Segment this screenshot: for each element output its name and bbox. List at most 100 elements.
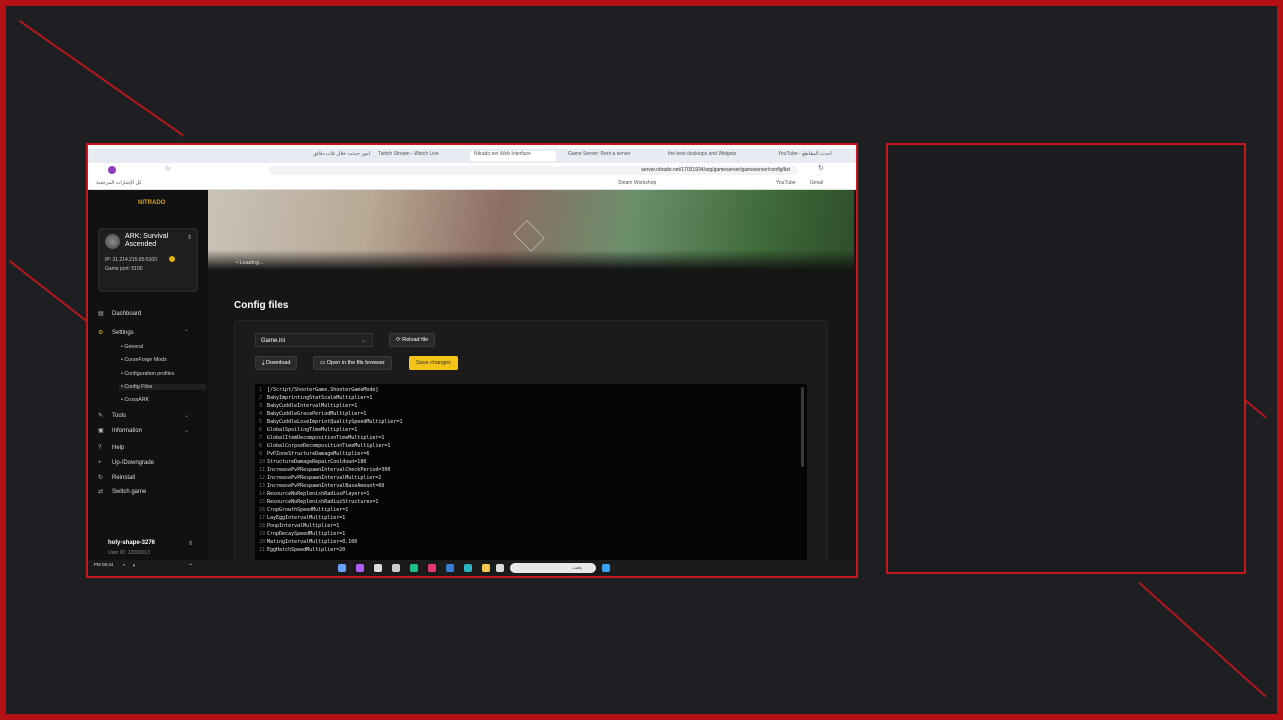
sidebar-item-curseforge[interactable]: • CurseForge Mods	[121, 357, 167, 363]
wifi-icon[interactable]: ◔	[122, 563, 126, 569]
app-icon-1[interactable]	[338, 564, 346, 572]
sidebar-item-dashboard[interactable]: ▤ Dashboard	[98, 310, 141, 317]
main-content: • Loading... Config files Game.ini ⌄ ⟳ R…	[208, 190, 856, 562]
refresh-icon: ↻	[98, 475, 104, 481]
code-line[interactable]: 21 EggHatchSpeedMultiplier=20	[259, 547, 345, 553]
app-icon-6[interactable]	[428, 564, 436, 572]
bookmark-item[interactable]: Gmail	[810, 180, 823, 186]
server-card[interactable]: ARK: Survival Ascended ⇕ IP: 31.214.215.…	[98, 228, 198, 292]
tab-2[interactable]: Nitrado.net Web Interface	[470, 151, 556, 161]
star-icon[interactable]: ☆	[164, 164, 171, 173]
chevron-down-icon: ⌄	[184, 413, 190, 419]
bookmark-item[interactable]: كل الإشارات المرجعية	[96, 180, 142, 186]
line-number: 5	[259, 419, 263, 425]
code-line[interactable]: 7 GlobalItemDecompositionTimeMultiplier=1	[259, 435, 384, 441]
sidebar-item-config-profiles[interactable]: • Configuration profiles	[121, 371, 174, 377]
reload-file-button[interactable]: ⟳ Reload file	[389, 333, 436, 347]
code-line[interactable]: 1 [/Script/ShooterGame.ShooterGameMode]	[259, 387, 378, 393]
power-icon[interactable]: ◌	[145, 278, 149, 284]
tab-5[interactable]: YouTube - أحدث المقاطع	[778, 151, 848, 161]
line-number: 2	[259, 395, 263, 401]
sidebar-item-upgrade[interactable]: + Up-/Downgrade	[98, 460, 154, 466]
sidebar-item-switch-game[interactable]: ⇄ Switch game	[98, 488, 146, 495]
open-file-browser-button[interactable]: ▭ Open in the file browser	[313, 356, 392, 370]
reload-icon[interactable]: ↻	[818, 164, 824, 172]
editor-scrollbar[interactable]	[801, 387, 804, 467]
volume-icon[interactable]: ◖	[132, 563, 136, 569]
save-changes-button[interactable]: Save changes	[409, 356, 458, 370]
start-icon[interactable]	[602, 564, 610, 572]
sidebar-item-general[interactable]: • General	[121, 344, 143, 350]
browser-window: أمور حدثت خلال ثلاث دقائق Twitch Stream …	[86, 143, 858, 578]
taskbar-clock[interactable]: PM 06:44	[94, 562, 113, 568]
app-icon-3[interactable]	[374, 564, 382, 572]
line-number: 4	[259, 411, 263, 417]
user-name[interactable]: holy-shape-3276	[108, 540, 155, 546]
code-text: EggHatchSpeedMultiplier=20	[267, 547, 346, 553]
code-text: ResourceNoReplenishRadiusStructures=1	[267, 499, 379, 505]
tab-1[interactable]: Twitch Stream - Watch Live	[378, 151, 448, 161]
edge-icon[interactable]	[464, 564, 472, 572]
line-number: 16	[259, 507, 266, 513]
code-text: GlobalCorpseDecompositionTimeMultiplier=…	[267, 443, 391, 449]
code-line[interactable]: 20 MatingIntervalMultiplier=0.100	[259, 539, 357, 545]
sidebar-item-reinstall[interactable]: ↻ Reinstall	[98, 474, 135, 481]
loading-indicator: • Loading...	[236, 260, 264, 266]
code-line[interactable]: 18 PoopIntervalMultiplier=1	[259, 523, 339, 529]
chevron-down-icon: ⌄	[360, 338, 366, 344]
code-text: PoopIntervalMultiplier=1	[267, 523, 340, 529]
profile-icon[interactable]	[108, 166, 116, 174]
app-icon-4[interactable]	[392, 564, 400, 572]
code-line[interactable]: 2 BabyImprintingStatScaleMultiplier=1	[259, 395, 372, 401]
app-icon-7[interactable]	[446, 564, 454, 572]
sidebar-item-config-files[interactable]: • Config Files	[119, 384, 206, 390]
line-number: 15	[259, 499, 266, 505]
bookmark-item[interactable]: Steam Workshop	[618, 180, 656, 186]
code-line[interactable]: 17 LayEggIntervalMultiplier=1	[259, 515, 345, 521]
file-select[interactable]: Game.ini ⌄	[255, 333, 373, 347]
app-icon-2[interactable]	[356, 564, 364, 572]
app-icon-5[interactable]	[410, 564, 418, 572]
download-button[interactable]: ⤓ Download	[255, 356, 298, 370]
code-text: CropDecaySpeedMultiplier=1	[267, 531, 346, 537]
ark-logo	[513, 220, 545, 252]
chevron-up-icon[interactable]: ⌃	[188, 563, 193, 570]
code-line[interactable]: 5 BabyCuddleLoseImprintQualitySpeedMultip…	[259, 419, 402, 425]
chevron-updown-icon[interactable]: ⇕	[187, 234, 192, 241]
code-line[interactable]: 6 GlobalSpoilingTimeMultiplier=1	[259, 427, 357, 433]
code-line[interactable]: 9 PvPZoneStructureDamageMultiplier=6	[259, 451, 369, 457]
sidebar-item-tools[interactable]: ✎ Tools ⌄	[98, 412, 189, 419]
bookmark-item[interactable]: YouTube	[776, 180, 796, 186]
sidebar-item-information[interactable]: ▣ Information ⌄	[98, 427, 189, 434]
app-icon-8[interactable]	[496, 564, 504, 572]
code-line[interactable]: 10 StructureDamageRepairCooldown=180	[259, 459, 366, 465]
chevron-updown-icon[interactable]: ⇕	[188, 540, 193, 547]
code-editor[interactable]: 1 [/Script/ShooterGame.ShooterGameMode] 2 B…	[255, 384, 807, 561]
tab-3[interactable]: Game Server: Rent a server	[568, 151, 638, 161]
tab-4[interactable]: the best desktops and Widgets	[668, 151, 738, 161]
code-line[interactable]: 16 CropGrowthSpeedMultiplier=1	[259, 507, 348, 513]
code-line[interactable]: 19 CropDecaySpeedMultiplier=1	[259, 531, 345, 537]
code-text: GlobalItemDecompositionTimeMultiplier=1	[267, 435, 385, 441]
url-field[interactable]: server.nitrado.net/17031934/arg/gameserv…	[268, 166, 798, 175]
code-line[interactable]: 11 IncreasePvPRespawnIntervalCheckPeriod=…	[259, 467, 390, 473]
code-line[interactable]: 4 BabyCuddleGracePeriodMultiplier=1	[259, 411, 366, 417]
code-line[interactable]: 3 BabyCuddleIntervalMultiplier=1	[259, 403, 357, 409]
nitrado-logo[interactable]: NITRADO	[138, 200, 165, 206]
folder-icon[interactable]	[482, 564, 490, 572]
taskbar-search[interactable]: بحث	[510, 563, 596, 573]
warning-icon	[169, 256, 175, 262]
sidebar-item-settings[interactable]: ⚙ Settings ⌃	[98, 329, 189, 336]
code-line[interactable]: 13 IncreasePvPRespawnIntervalBaseAmount=6…	[259, 483, 384, 489]
sidebar-item-crossark[interactable]: • CrossARK	[121, 397, 149, 403]
folder-icon: ▭	[320, 360, 326, 366]
sidebar-item-help[interactable]: ? Help	[98, 445, 124, 451]
code-line[interactable]: 12 IncreasePvPRespawnIntervalMultiplier=2	[259, 475, 381, 481]
code-line[interactable]: 8 GlobalCorpseDecompositionTimeMultiplier…	[259, 443, 390, 449]
code-line[interactable]: 14 ResourceNoReplenishRadiusPlayers=1	[259, 491, 369, 497]
chevron-down-icon: ⌄	[184, 428, 190, 434]
server-avatar	[105, 234, 120, 249]
code-text: BabyImprintingStatScaleMultiplier=1	[267, 395, 373, 401]
game-banner-image: • Loading...	[208, 190, 854, 270]
code-line[interactable]: 15 ResourceNoReplenishRadiusStructures=1	[259, 499, 378, 505]
